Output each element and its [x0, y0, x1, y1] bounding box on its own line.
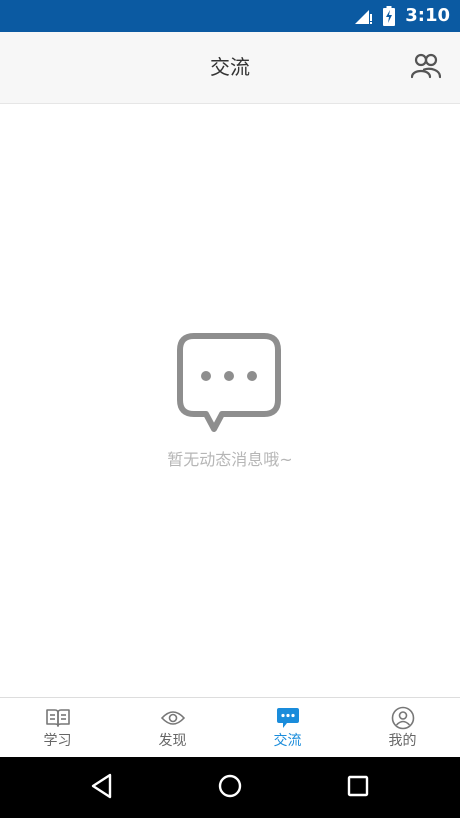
- tab-communicate[interactable]: 交流: [230, 698, 345, 758]
- tab-label: 我的: [388, 733, 417, 749]
- back-icon: [90, 773, 114, 803]
- recents-icon: [346, 774, 370, 802]
- user-icon: [390, 706, 416, 730]
- book-icon: [45, 706, 71, 730]
- chat-bubble-dots-icon: [176, 332, 286, 440]
- home-icon: [217, 773, 243, 803]
- battery-charging-icon: [383, 6, 396, 26]
- system-nav-bar: [0, 757, 460, 818]
- feed-area: 暂无动态消息哦~: [0, 104, 460, 697]
- app-screen: 3:10 交流 暂无动态消息哦~ 学习 发现 交流 我的: [0, 0, 460, 818]
- status-time: 3:10: [405, 5, 450, 26]
- recents-button[interactable]: [342, 772, 374, 804]
- back-button[interactable]: [86, 772, 118, 804]
- home-button[interactable]: [214, 772, 246, 804]
- tab-profile[interactable]: 我的: [345, 698, 460, 758]
- tab-label: 交流: [273, 733, 302, 749]
- eye-icon: [160, 706, 186, 730]
- tab-label: 学习: [43, 733, 72, 749]
- status-bar: 3:10: [0, 0, 460, 32]
- app-header: 交流: [0, 32, 460, 104]
- empty-message: 暂无动态消息哦~: [167, 450, 293, 469]
- tab-study[interactable]: 学习: [0, 698, 115, 758]
- signal-icon: [355, 8, 373, 24]
- page-title: 交流: [210, 55, 250, 79]
- status-indicators: 3:10: [355, 0, 450, 32]
- bottom-tab-bar: 学习 发现 交流 我的: [0, 697, 460, 758]
- chat-icon: [275, 706, 301, 730]
- tab-discover[interactable]: 发现: [115, 698, 230, 758]
- contacts-button[interactable]: [410, 52, 442, 84]
- tab-label: 发现: [158, 733, 187, 749]
- group-icon: [410, 53, 442, 83]
